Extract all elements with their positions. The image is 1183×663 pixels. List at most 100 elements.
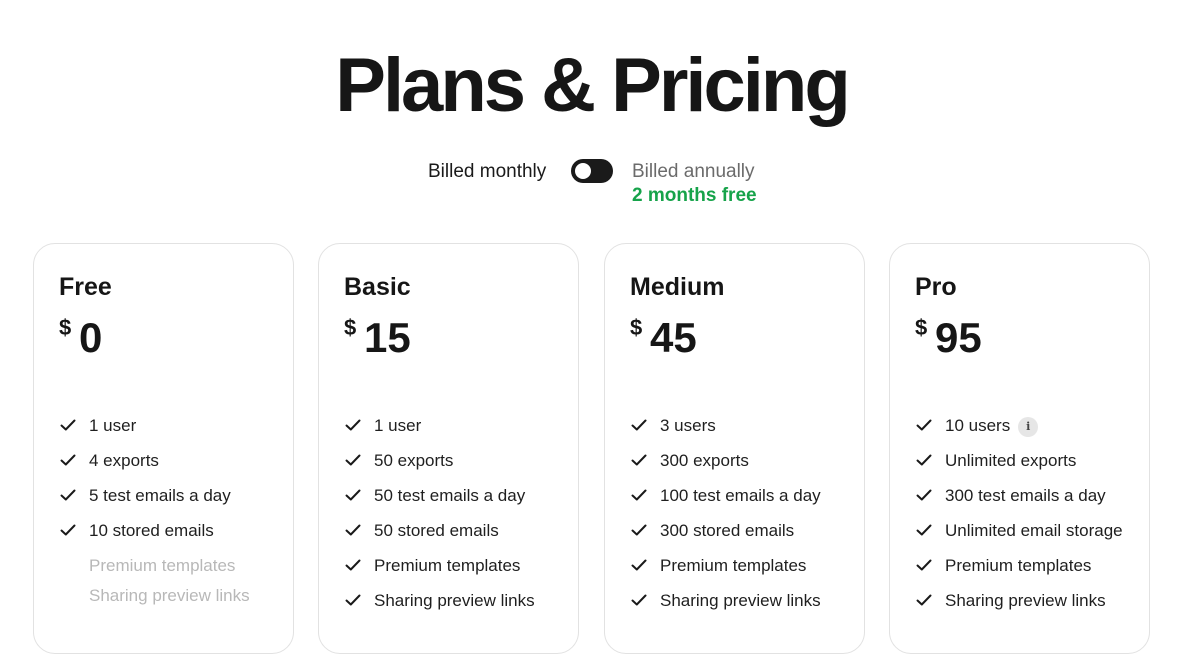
plan-name: Free — [59, 273, 112, 301]
check-icon — [916, 454, 932, 466]
check-icon — [916, 559, 932, 571]
check-icon — [345, 454, 361, 466]
page-title: Plans & Pricing — [335, 43, 851, 128]
feature-label: 300 exports — [660, 451, 749, 470]
feature-item: 300 exports — [630, 445, 821, 480]
check-icon — [916, 489, 932, 501]
feature-item: 300 test emails a day — [915, 480, 1123, 515]
feature-label: 50 exports — [374, 451, 454, 470]
feature-label: 5 test emails a day — [89, 486, 231, 505]
billing-toggle[interactable] — [571, 159, 613, 183]
feature-label: Sharing preview links — [660, 591, 821, 610]
check-icon — [631, 489, 647, 501]
feature-item: 300 stored emails — [630, 515, 821, 550]
check-icon — [345, 559, 361, 571]
check-icon — [631, 454, 647, 466]
feature-item: Sharing preview links — [344, 585, 535, 620]
price-amount: 15 — [364, 314, 411, 361]
feature-item: 50 test emails a day — [344, 480, 535, 515]
feature-item: Sharing preview links — [59, 580, 250, 610]
currency-symbol: $ — [915, 315, 928, 340]
feature-item: Unlimited exports — [915, 445, 1123, 480]
feature-label: 10 users — [945, 416, 1011, 435]
feature-item: 10 users i — [915, 410, 1123, 445]
feature-label: 1 user — [374, 416, 422, 435]
check-icon — [60, 524, 76, 536]
check-icon — [60, 454, 76, 466]
feature-label: Sharing preview links — [945, 591, 1106, 610]
pricing-page: Plans & Pricing Billed monthly Billed an… — [0, 0, 1183, 663]
feature-list: 1 user 4 exports 5 test emails a day 10 sto… — [59, 410, 250, 610]
check-icon — [345, 524, 361, 536]
feature-item: 3 users — [630, 410, 821, 445]
plan-card-basic: Basic $15 1 user 50 exports 50 test emails a… — [318, 243, 579, 654]
feature-label: Premium templates — [89, 556, 236, 575]
billed-monthly-label[interactable]: Billed monthly — [428, 159, 546, 185]
feature-label: Premium templates — [945, 556, 1092, 575]
plan-name: Pro — [915, 273, 957, 301]
feature-label: 50 test emails a day — [374, 486, 526, 505]
feature-item: Premium templates — [59, 550, 250, 580]
feature-label: Premium templates — [660, 556, 807, 575]
feature-label: 4 exports — [89, 451, 159, 470]
plan-name: Basic — [344, 273, 411, 301]
check-icon — [345, 594, 361, 606]
feature-item: 50 stored emails — [344, 515, 535, 550]
plan-card-pro: Pro $95 10 users i Unlimited exports 300 test… — [889, 243, 1150, 654]
feature-label: 1 user — [89, 416, 137, 435]
feature-item: Premium templates — [344, 550, 535, 585]
annual-discount-note: 2 months free — [632, 185, 757, 206]
feature-label: 50 stored emails — [374, 521, 499, 540]
check-icon — [631, 594, 647, 606]
feature-item: Premium templates — [915, 550, 1123, 585]
feature-item: 100 test emails a day — [630, 480, 821, 515]
check-icon — [345, 489, 361, 501]
check-icon — [631, 559, 647, 571]
price-amount: 45 — [650, 314, 697, 361]
check-icon — [631, 524, 647, 536]
feature-item: 5 test emails a day — [59, 480, 250, 515]
feature-label: Premium templates — [374, 556, 521, 575]
feature-list: 10 users i Unlimited exports 300 test email… — [915, 410, 1123, 620]
feature-item: 1 user — [59, 410, 250, 445]
plan-cards: Free $0 1 user 4 exports 5 test emails a day… — [33, 243, 1150, 654]
check-icon — [916, 524, 932, 536]
feature-item: 10 stored emails — [59, 515, 250, 550]
feature-item: Sharing preview links — [915, 585, 1123, 620]
billed-annually-label[interactable]: Billed annually — [632, 159, 755, 185]
feature-item: 1 user — [344, 410, 535, 445]
price-amount: 95 — [935, 314, 982, 361]
feature-item: Sharing preview links — [630, 585, 821, 620]
check-icon — [60, 489, 76, 501]
feature-item: 4 exports — [59, 445, 250, 480]
check-icon — [345, 419, 361, 431]
feature-list: 1 user 50 exports 50 test emails a day 50 s… — [344, 410, 535, 620]
feature-label: Unlimited exports — [945, 451, 1077, 470]
check-icon — [631, 419, 647, 431]
feature-item: Unlimited email storage — [915, 515, 1123, 550]
currency-symbol: $ — [344, 315, 357, 340]
price-amount: 0 — [79, 314, 103, 361]
feature-label: 3 users — [660, 416, 716, 435]
feature-item: Premium templates — [630, 550, 821, 585]
feature-label: Sharing preview links — [374, 591, 535, 610]
feature-list: 3 users 300 exports 100 test emails a day 3… — [630, 410, 821, 620]
info-icon[interactable]: i — [1018, 417, 1039, 437]
billing-period-switch: Billed monthly Billed annually 2 months … — [0, 157, 1183, 209]
currency-symbol: $ — [59, 315, 72, 340]
feature-label: Unlimited email storage — [945, 521, 1123, 540]
feature-item: 50 exports — [344, 445, 535, 480]
feature-label: 100 test emails a day — [660, 486, 821, 505]
feature-label: Sharing preview links — [89, 586, 250, 605]
check-icon — [916, 594, 932, 606]
plan-name: Medium — [630, 273, 725, 301]
plan-card-medium: Medium $45 3 users 300 exports 100 test emai… — [604, 243, 865, 654]
check-icon — [916, 419, 932, 431]
feature-label: 300 test emails a day — [945, 486, 1106, 505]
toggle-knob — [575, 163, 591, 179]
feature-label: 300 stored emails — [660, 521, 795, 540]
plan-card-free: Free $0 1 user 4 exports 5 test emails a day… — [33, 243, 294, 654]
check-icon — [60, 419, 76, 431]
feature-label: 10 stored emails — [89, 521, 214, 540]
currency-symbol: $ — [630, 315, 643, 340]
